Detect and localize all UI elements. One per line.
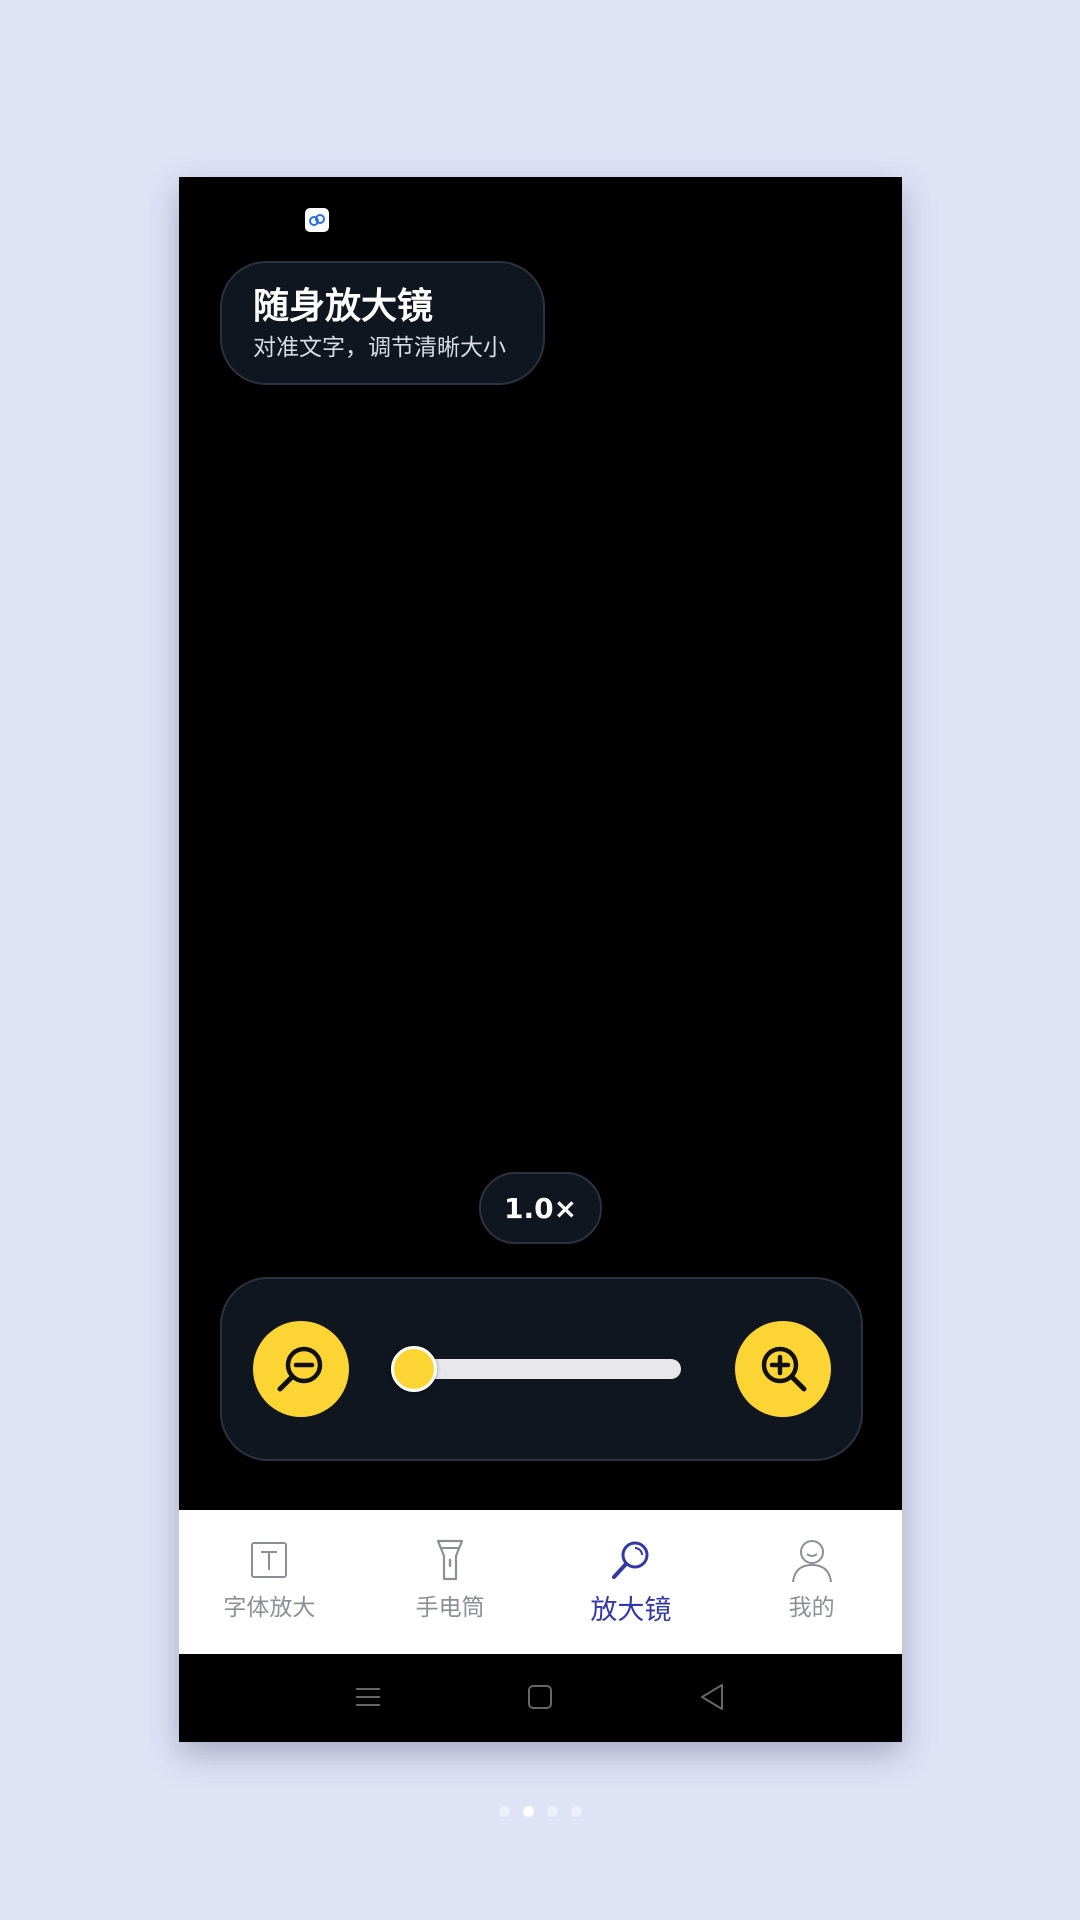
- page-dot[interactable]: [546, 1806, 558, 1817]
- page-dot[interactable]: [570, 1806, 582, 1817]
- title-card: 随身放大镜 对准文字，调节清晰大小: [220, 261, 545, 385]
- app-notification-icon: [305, 208, 329, 232]
- zoom-level-badge: 1.0×: [479, 1172, 602, 1244]
- tab-magnifier[interactable]: 放大镜: [541, 1510, 722, 1654]
- page-indicator: [0, 1806, 1080, 1817]
- page-dot[interactable]: [498, 1806, 510, 1817]
- home-button[interactable]: [525, 1682, 555, 1716]
- zoom-slider-thumb[interactable]: [391, 1346, 437, 1392]
- user-icon: [791, 1540, 832, 1583]
- zoom-out-icon: [277, 1346, 323, 1392]
- back-triangle-icon: [701, 1684, 723, 1710]
- page-title: 随身放大镜: [253, 286, 434, 327]
- tab-label: 字体放大: [223, 1595, 316, 1621]
- bottom-tab-bar: 字体放大 手电筒 放大镜 我的: [179, 1510, 902, 1654]
- zoom-slider[interactable]: [391, 1346, 681, 1392]
- tab-label: 放大镜: [590, 1595, 672, 1626]
- tab-flashlight[interactable]: 手电筒: [360, 1510, 541, 1654]
- zoom-control-panel: [220, 1277, 863, 1461]
- tab-font-enlarge[interactable]: 字体放大: [179, 1510, 360, 1654]
- text-icon: [251, 1542, 288, 1578]
- zoom-in-icon: [761, 1346, 807, 1392]
- zoom-in-button[interactable]: [735, 1321, 831, 1417]
- back-button[interactable]: [697, 1682, 727, 1716]
- page-subtitle: 对准文字，调节清晰大小: [253, 335, 506, 361]
- tab-mine[interactable]: 我的: [721, 1510, 902, 1654]
- tab-label: 手电筒: [415, 1595, 485, 1621]
- flashlight-icon: [437, 1539, 464, 1581]
- phone-screen: 随身放大镜 对准文字，调节清晰大小 1.0× 字体放大 手电筒 放大镜 我的: [179, 177, 902, 1742]
- recent-apps-button[interactable]: [353, 1682, 383, 1716]
- zoom-out-button[interactable]: [253, 1321, 349, 1417]
- page-dot[interactable]: [522, 1806, 534, 1817]
- square-icon: [528, 1685, 552, 1709]
- menu-icon: [356, 1688, 380, 1706]
- magnifier-icon: [611, 1541, 649, 1579]
- tab-label: 我的: [788, 1595, 835, 1621]
- system-navigation-bar: [179, 1654, 902, 1742]
